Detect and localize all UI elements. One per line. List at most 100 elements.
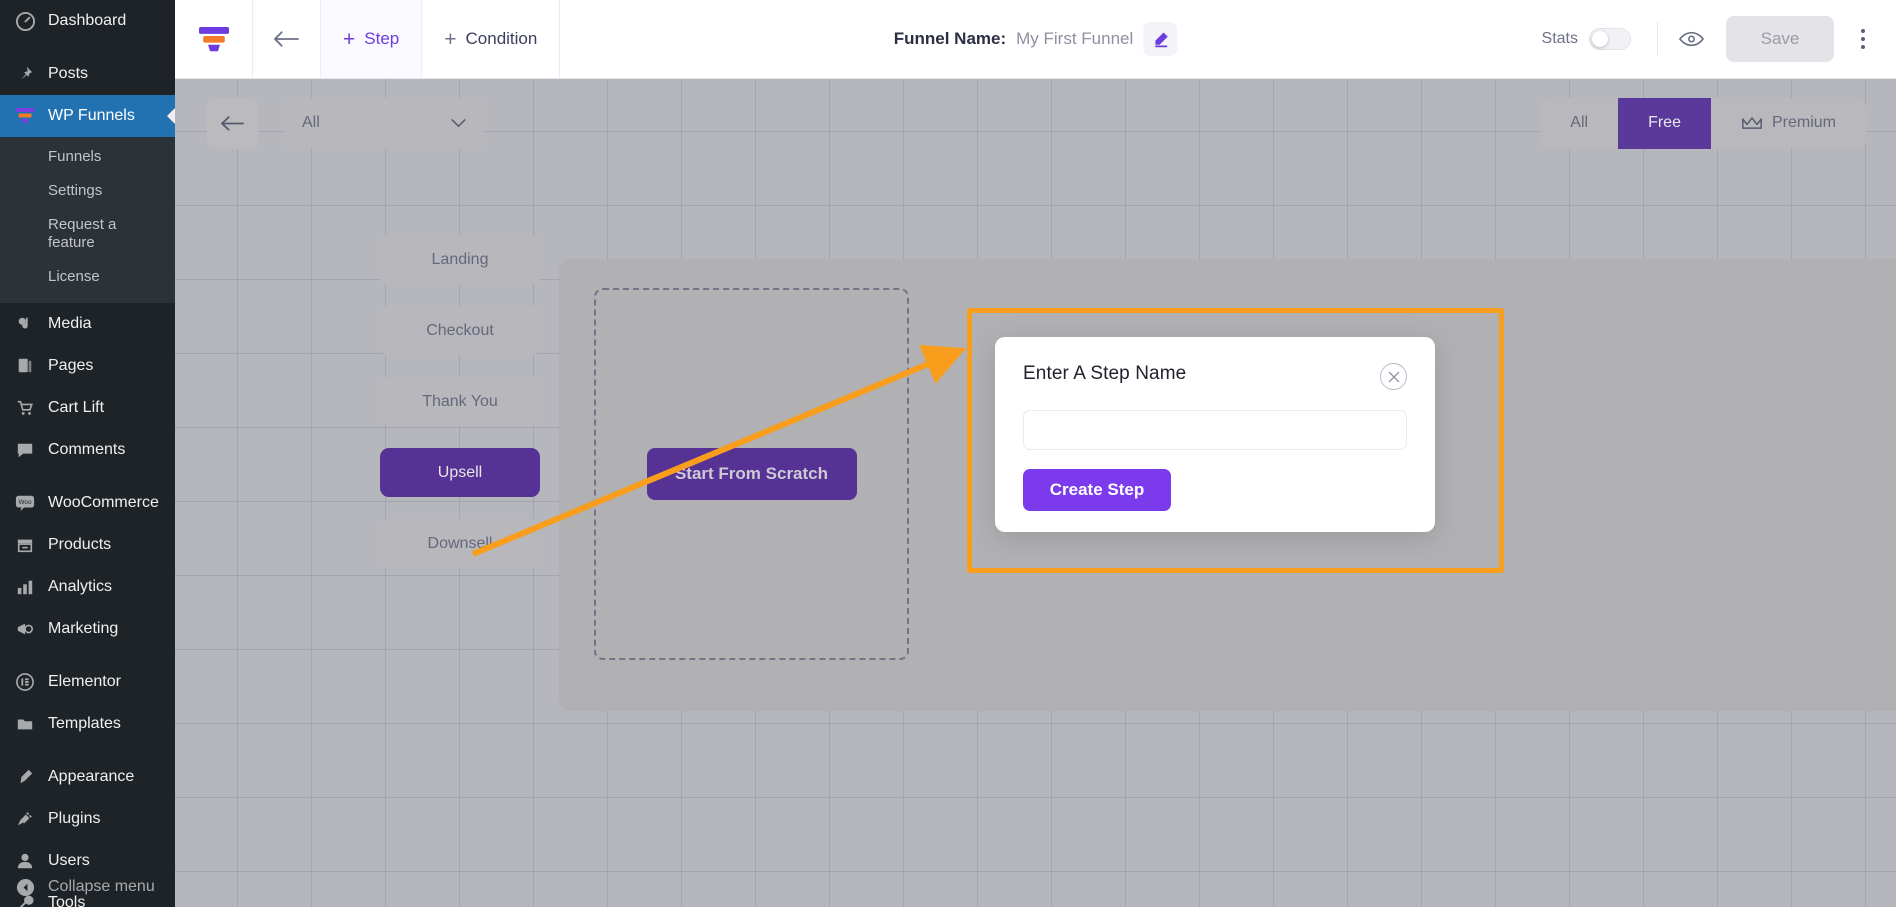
chevron-down-icon bbox=[451, 118, 466, 127]
dashboard-icon bbox=[13, 11, 37, 31]
toolbar-divider bbox=[1657, 22, 1658, 56]
sidebar-item-elementor[interactable]: Elementor bbox=[0, 661, 175, 703]
step-type-label: Thank You bbox=[422, 392, 498, 410]
sidebar-item-appearance[interactable]: Appearance bbox=[0, 756, 175, 798]
funnel-icon bbox=[13, 107, 37, 125]
step-type-label: Landing bbox=[431, 250, 489, 268]
sidebar-item-marketing[interactable]: Marketing bbox=[0, 608, 175, 650]
brush-icon bbox=[13, 768, 37, 786]
arrow-left-icon bbox=[274, 31, 299, 47]
filter-tab-all[interactable]: All bbox=[1540, 98, 1618, 149]
sidebar-label: Comments bbox=[48, 441, 126, 458]
step-type-rail: Landing Checkout Thank You Upsell Downse… bbox=[380, 235, 540, 568]
sidebar-subitem-funnels[interactable]: Funnels bbox=[0, 140, 175, 174]
start-from-scratch-card[interactable]: Start From Scratch bbox=[594, 288, 909, 660]
sidebar-item-analytics[interactable]: Analytics bbox=[0, 566, 175, 608]
filter-tab-premium[interactable]: Premium bbox=[1711, 98, 1866, 149]
step-type-label: Upsell bbox=[437, 463, 483, 481]
add-step-button[interactable]: + Step bbox=[321, 0, 423, 78]
add-condition-label: Condition bbox=[465, 29, 538, 48]
sidebar-label: Dashboard bbox=[48, 12, 127, 29]
filter-tab-label: Free bbox=[1648, 114, 1681, 131]
back-button[interactable] bbox=[253, 0, 321, 78]
sidebar-label: Analytics bbox=[48, 578, 113, 595]
cart-icon bbox=[13, 399, 37, 417]
sidebar-subitem-request-a-feature[interactable]: Request a feature bbox=[0, 208, 175, 260]
sidebar-item-wp-funnels[interactable]: WP Funnels bbox=[0, 95, 175, 137]
sidebar-submenu-wp-funnels: Funnels Settings Request a feature Licen… bbox=[0, 137, 175, 303]
pencil-icon bbox=[1154, 32, 1168, 47]
stats-toggle-group[interactable]: Stats bbox=[1526, 28, 1647, 50]
sidebar-label: Cart Lift bbox=[48, 399, 105, 416]
plus-icon: + bbox=[444, 27, 457, 51]
sidebar-label: Plugins bbox=[48, 810, 101, 827]
sidebar-item-plugins[interactable]: Plugins bbox=[0, 798, 175, 840]
toolbar-right-group: Stats Save bbox=[1526, 0, 1896, 78]
sidebar-item-posts[interactable]: Posts bbox=[0, 53, 175, 95]
sidebar-item-products[interactable]: Products bbox=[0, 524, 175, 566]
start-from-scratch-button[interactable]: Start From Scratch bbox=[646, 448, 857, 500]
sidebar-label: Posts bbox=[48, 65, 89, 82]
funnel-name-group: Funnel Name: My First Funnel bbox=[894, 0, 1178, 78]
save-button[interactable]: Save bbox=[1726, 16, 1834, 62]
sidebar-subitem-settings[interactable]: Settings bbox=[0, 174, 175, 208]
wp-admin-sidebar: Dashboard Posts WP Funnels Funnels Setti… bbox=[0, 0, 175, 907]
add-condition-button[interactable]: + Condition bbox=[422, 0, 561, 78]
toggle-knob bbox=[1592, 31, 1608, 47]
analytics-icon bbox=[13, 578, 37, 596]
sidebar-label: Elementor bbox=[48, 673, 121, 690]
collapse-menu-label: Collapse menu bbox=[48, 878, 155, 895]
close-icon[interactable] bbox=[1380, 363, 1407, 390]
collapse-menu-button[interactable]: Collapse menu bbox=[0, 867, 175, 907]
add-step-label: Step bbox=[364, 29, 400, 48]
wp-funnels-logo-button[interactable] bbox=[175, 0, 253, 78]
create-step-button[interactable]: Create Step bbox=[1023, 469, 1171, 511]
app-screen: Dashboard Posts WP Funnels Funnels Setti… bbox=[0, 0, 1896, 907]
sidebar-separator bbox=[0, 42, 175, 53]
edit-funnel-name-button[interactable] bbox=[1143, 22, 1178, 56]
step-type-upsell[interactable]: Upsell bbox=[380, 448, 540, 497]
funnel-builder-app: + Step + Condition Funnel Name: My First… bbox=[175, 0, 1896, 907]
stats-label: Stats bbox=[1541, 30, 1578, 47]
crown-icon bbox=[1742, 116, 1762, 129]
filter-tab-free[interactable]: Free bbox=[1618, 97, 1711, 149]
plug-icon bbox=[13, 810, 37, 828]
stats-toggle[interactable] bbox=[1589, 28, 1631, 50]
sidebar-label: Pages bbox=[48, 357, 94, 374]
products-icon bbox=[13, 536, 37, 554]
enter-step-name-modal: Enter A Step Name Create Step bbox=[995, 337, 1435, 532]
preview-button[interactable] bbox=[1668, 16, 1714, 62]
filter-tab-label: Premium bbox=[1771, 114, 1836, 131]
template-back-button[interactable] bbox=[207, 97, 258, 149]
arrow-left-icon bbox=[221, 115, 244, 131]
sidebar-item-media[interactable]: Media bbox=[0, 303, 175, 345]
step-type-landing[interactable]: Landing bbox=[380, 235, 540, 284]
step-type-label: Downsell bbox=[427, 534, 493, 552]
sidebar-item-cart-lift[interactable]: Cart Lift bbox=[0, 387, 175, 429]
sidebar-subitem-license[interactable]: License bbox=[0, 260, 175, 294]
sidebar-label: WooCommerce bbox=[48, 494, 159, 511]
step-name-input[interactable] bbox=[1023, 410, 1407, 450]
megaphone-icon bbox=[13, 620, 37, 638]
sidebar-label: Appearance bbox=[48, 768, 135, 785]
sidebar-item-dashboard[interactable]: Dashboard bbox=[0, 0, 175, 42]
category-select[interactable]: All bbox=[284, 97, 484, 149]
pages-icon bbox=[13, 357, 37, 375]
collapse-arrow-icon bbox=[13, 878, 37, 897]
sidebar-label: Products bbox=[48, 536, 112, 553]
eye-icon bbox=[1678, 31, 1704, 47]
step-type-downsell[interactable]: Downsell bbox=[380, 519, 540, 568]
modal-header: Enter A Step Name bbox=[1023, 363, 1407, 390]
step-type-checkout[interactable]: Checkout bbox=[380, 306, 540, 355]
wp-funnels-logo-icon bbox=[198, 27, 229, 52]
sidebar-label: Marketing bbox=[48, 620, 119, 637]
sidebar-item-comments[interactable]: Comments bbox=[0, 429, 175, 471]
sidebar-item-woocommerce[interactable]: Woo WooCommerce bbox=[0, 482, 175, 524]
kebab-menu-icon[interactable] bbox=[1846, 16, 1880, 62]
step-type-label: Checkout bbox=[426, 321, 494, 339]
step-type-thank-you[interactable]: Thank You bbox=[380, 377, 540, 426]
sidebar-item-pages[interactable]: Pages bbox=[0, 345, 175, 387]
sidebar-item-templates[interactable]: Templates bbox=[0, 703, 175, 745]
sidebar-label: Templates bbox=[48, 715, 121, 732]
pin-icon bbox=[13, 65, 37, 83]
